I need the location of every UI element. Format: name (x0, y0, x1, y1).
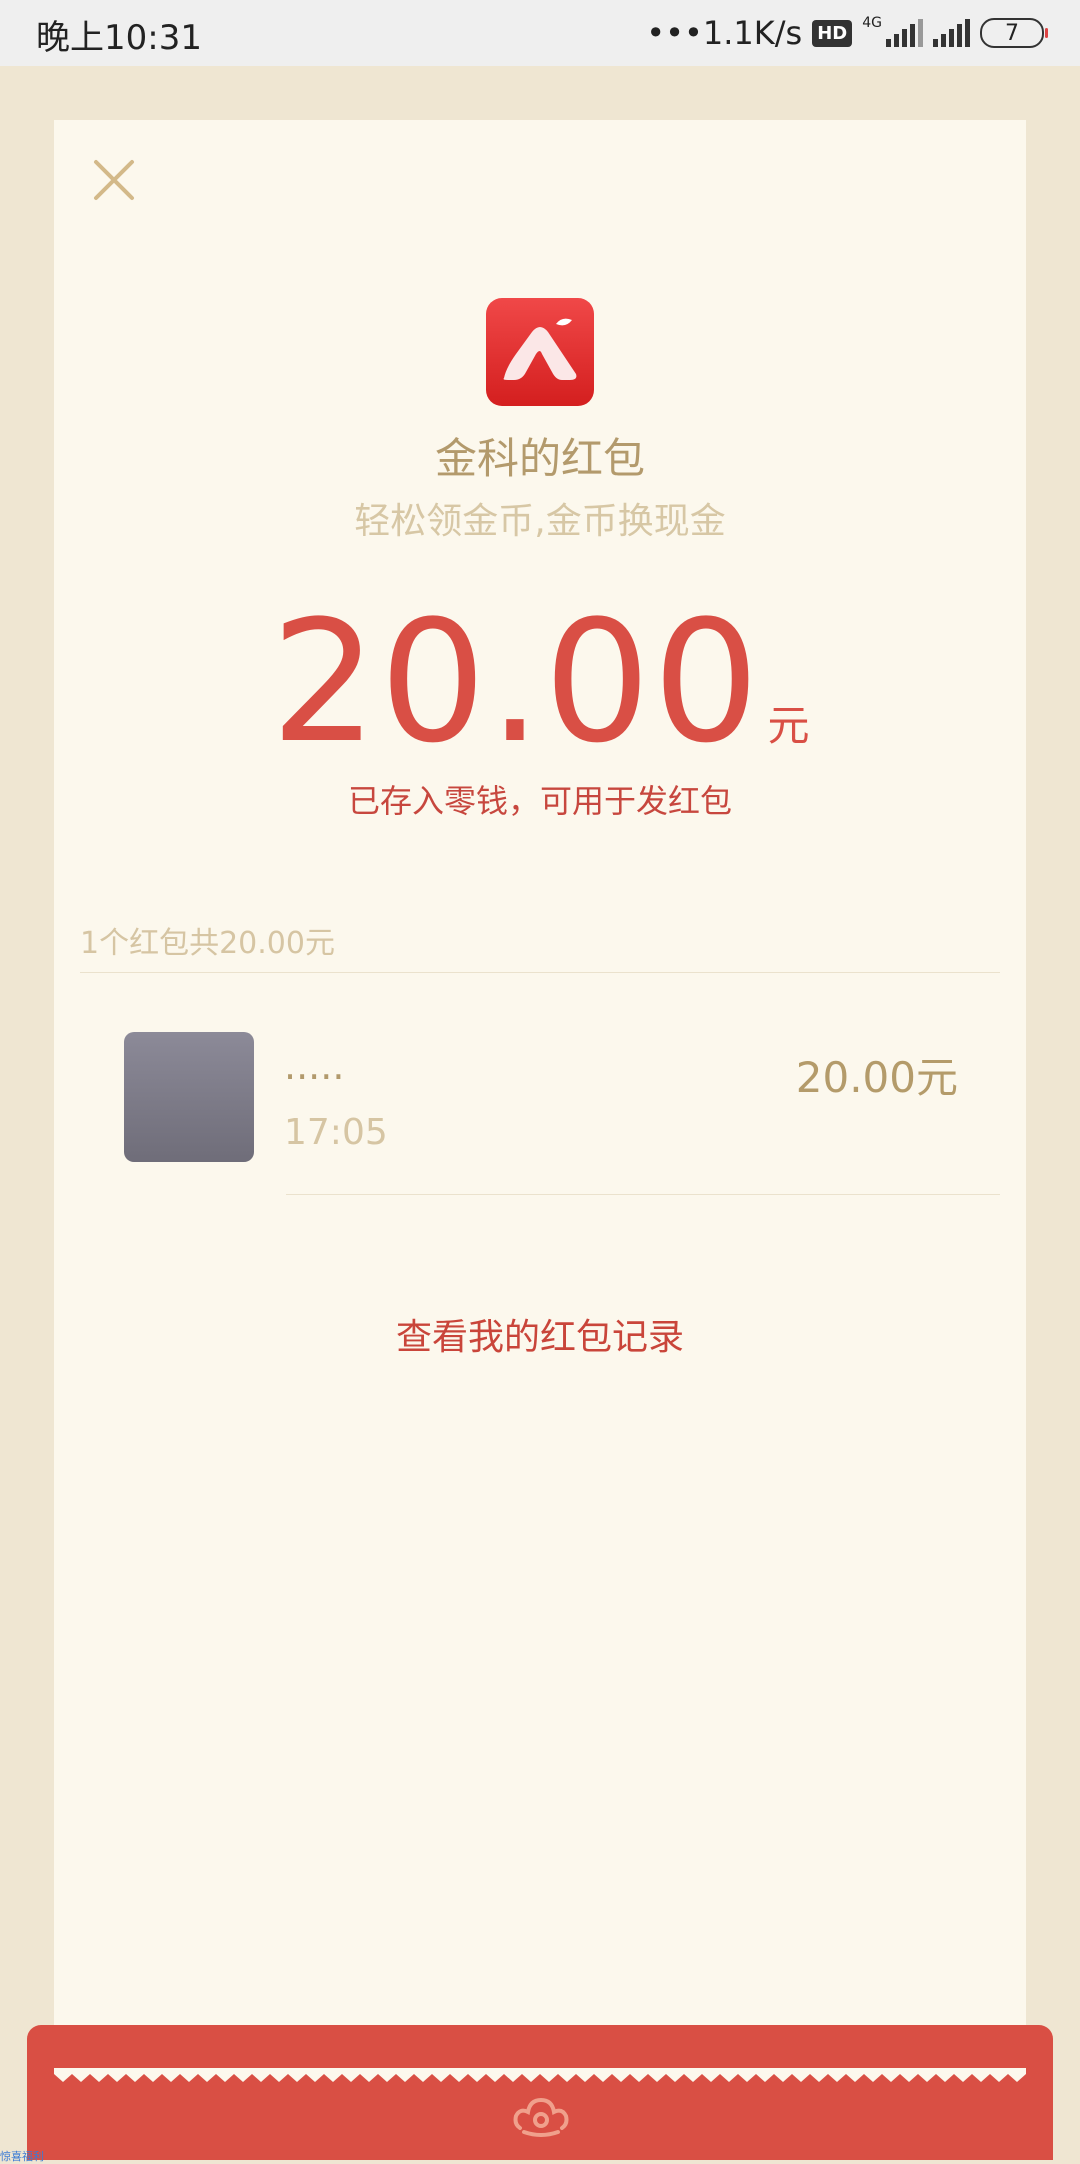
divider (80, 972, 1000, 973)
network-type-label: 4G (862, 15, 882, 31)
redpacket-detail-card: 金科的红包 轻松领金币,金币换现金 20.00 元 已存入零钱，可用于发红包 1个… (54, 120, 1026, 2160)
saved-to-wallet-note: 已存入零钱，可用于发红包 (347, 782, 732, 820)
view-records-link[interactable]: 查看我的红包记录 (54, 1308, 1026, 1360)
network-speed: •••1.1K/s (646, 14, 803, 52)
cloud-emblem-icon (513, 2097, 569, 2137)
amount-unit: 元 (767, 701, 810, 750)
status-time: 晚上10:31 (36, 18, 202, 58)
received-amount: 20.00元 (795, 1053, 958, 1102)
close-icon[interactable] (90, 156, 138, 204)
avatar (124, 1032, 254, 1162)
packet-summary: 1个红包共20.00元 (80, 926, 335, 961)
recipient-name: ..... (284, 1044, 345, 1088)
status-right-group: •••1.1K/s HD 4G 7 (646, 10, 1048, 56)
battery-icon: 7 (980, 18, 1048, 48)
signal-icon-2 (933, 19, 970, 47)
sender-title: 金科的红包 (434, 434, 645, 483)
divider (286, 1194, 1000, 1195)
corner-label: 惊喜福利 (0, 2150, 44, 2163)
status-bar: 晚上10:31 •••1.1K/s HD 4G 7 (0, 0, 1080, 66)
app-logo-icon (486, 298, 594, 406)
signal-icon (886, 19, 923, 47)
receive-time: 17:05 (284, 1112, 388, 1153)
sender-subtitle: 轻松领金币,金币换现金 (354, 501, 726, 542)
battery-level: 7 (1005, 20, 1019, 46)
zigzag-edge (54, 2068, 1026, 2082)
amount-display: 20.00 元 (54, 598, 1026, 766)
amount-value: 20.00 (270, 584, 762, 780)
hd-badge: HD (812, 19, 853, 47)
envelope-flap (27, 2025, 1053, 2160)
list-item[interactable]: ..... 17:05 20.00元 (124, 1032, 1000, 1162)
